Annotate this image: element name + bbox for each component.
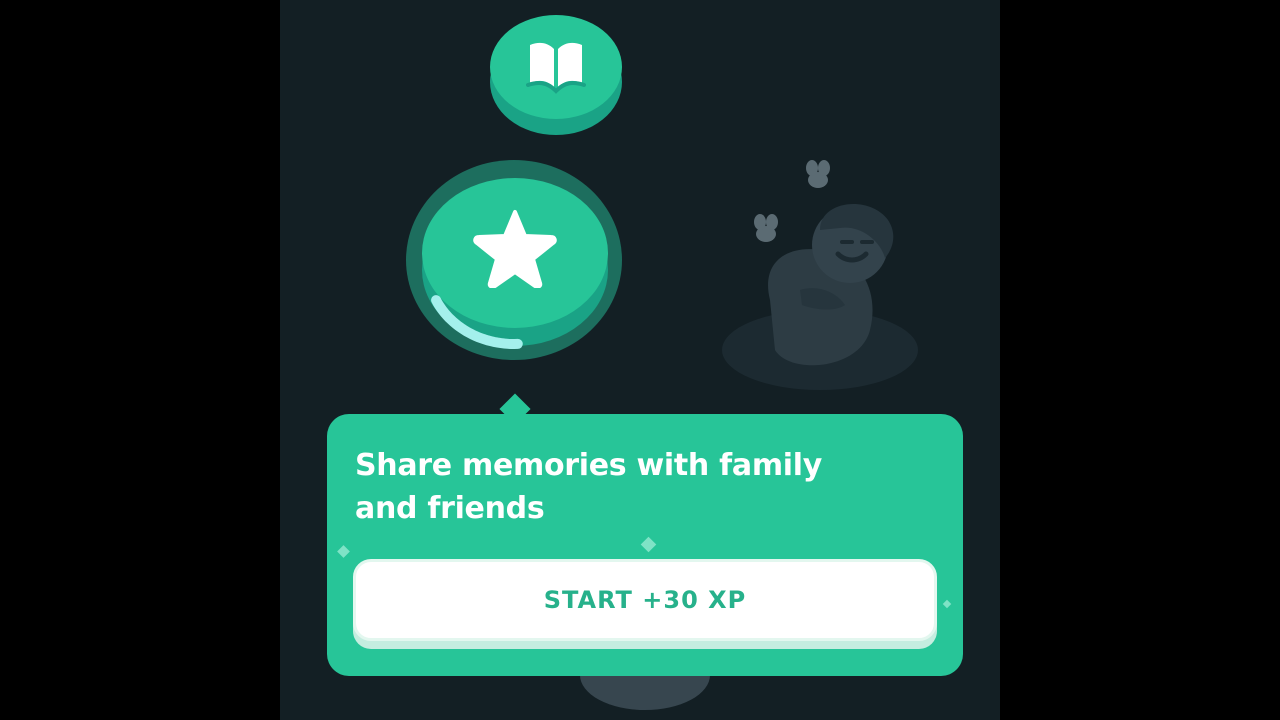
start-lesson-button[interactable]: START +30 XP [353,559,937,641]
sparkle-decoration [640,536,657,553]
bee-icon [754,214,778,242]
sleeping-character [722,160,918,390]
lesson-popup: Share memories with family and friends S… [327,414,963,676]
sparkle-decoration [337,545,350,558]
learning-path-screen: Share memories with family and friends S… [280,0,1000,720]
story-node[interactable] [490,15,622,135]
lesson-progress-arc [431,295,523,349]
popup-title: Share memories with family and friends [355,448,823,526]
sparkle-decoration [942,599,952,609]
bee-icon [806,160,830,188]
open-book-icon [526,42,586,94]
